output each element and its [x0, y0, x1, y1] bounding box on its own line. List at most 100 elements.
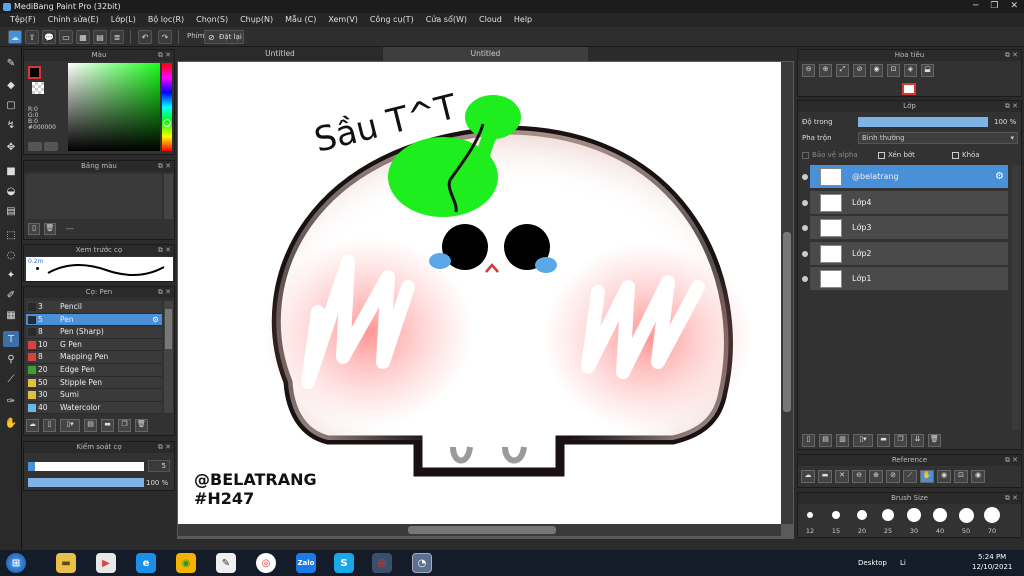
duplicate-layer-icon[interactable]: ❐: [894, 434, 907, 447]
chrome-window-icon[interactable]: ◎: [372, 553, 392, 573]
brush-size-slider[interactable]: [28, 462, 144, 471]
background-color-swatch[interactable]: [32, 82, 44, 94]
nav-fit-icon[interactable]: ⤢: [836, 64, 849, 77]
ref-hand-icon[interactable]: ✋: [920, 470, 934, 483]
gear-icon[interactable]: ⚙: [995, 165, 1004, 189]
ref-rotate-right-icon[interactable]: ◉: [971, 470, 985, 483]
layer-folder-icon[interactable]: ▬: [877, 434, 890, 447]
brush-item[interactable]: 20 Edge Pen: [26, 364, 162, 377]
brush-list-scroll-thumb[interactable]: [165, 309, 172, 349]
navigator-thumbnail[interactable]: [902, 83, 916, 95]
reset-button[interactable]: ⊘ Đặt lại: [204, 30, 244, 44]
ref-fit-icon[interactable]: ⊘: [886, 470, 900, 483]
brush-item[interactable]: 40 Watercolor: [26, 401, 162, 415]
divide-tool-icon[interactable]: ⚲: [3, 351, 19, 367]
brush-folder-icon[interactable]: ▬: [101, 419, 114, 432]
zalo-icon[interactable]: Zalo: [296, 553, 316, 573]
grid-icon[interactable]: ▦: [76, 30, 90, 44]
eraser-tool-icon[interactable]: ◆: [3, 77, 19, 93]
clipping-checkbox[interactable]: [878, 151, 885, 159]
canvas-horizontal-thumb[interactable]: [408, 526, 556, 534]
menu-help[interactable]: Help: [508, 13, 538, 27]
protect-alpha-checkbox[interactable]: [802, 151, 809, 159]
brush-item[interactable]: 30 Sumi: [26, 389, 162, 402]
menu-edit[interactable]: Chỉnh sửa(E): [42, 13, 105, 27]
cloud-icon[interactable]: ☁: [8, 30, 22, 44]
medibang-taskbar-icon[interactable]: ◔: [412, 553, 432, 573]
nav-flip-icon[interactable]: ◈: [904, 64, 917, 77]
ref-zoom-out-icon[interactable]: ⊖: [852, 470, 866, 483]
bucket-tool-icon[interactable]: ◒: [3, 183, 19, 199]
brush-opacity-slider[interactable]: [28, 478, 144, 487]
maximize-icon[interactable]: ❐: [990, 0, 998, 13]
brush-size-preset[interactable]: [958, 507, 974, 523]
brush-delete-icon[interactable]: 🗑: [135, 419, 148, 432]
brush-duplicate-icon[interactable]: ❐: [118, 419, 131, 432]
brush-item[interactable]: 10 G Pen: [26, 338, 162, 352]
tab-untitled-2[interactable]: Untitled: [383, 47, 588, 61]
coc-coc-icon[interactable]: ◉: [176, 553, 196, 573]
language-indicator[interactable]: Li: [900, 559, 906, 567]
ref-zoom-in-icon[interactable]: ⊕: [869, 470, 883, 483]
lasso-tool-icon[interactable]: ↯: [3, 117, 19, 133]
lasso-select-icon[interactable]: ◌: [3, 247, 19, 263]
nav-mirror-icon[interactable]: ⬓: [921, 64, 934, 77]
menu-view[interactable]: Xem(V): [322, 13, 364, 27]
merge-layer-icon[interactable]: ⇊: [911, 434, 924, 447]
export-icon[interactable]: ⇪: [25, 30, 39, 44]
skype-icon[interactable]: S: [334, 553, 354, 573]
ref-cloud-icon[interactable]: ☁: [801, 470, 815, 483]
brush-item[interactable]: 8 Mapping Pen: [26, 351, 162, 364]
ref-eyedropper-icon[interactable]: ⟋: [903, 470, 917, 483]
text-tool-icon[interactable]: T: [3, 331, 19, 347]
brush-size-preset[interactable]: [984, 507, 1000, 523]
fill-rect-icon[interactable]: ■: [3, 163, 19, 179]
brush-item[interactable]: 8 Pen (Sharp): [26, 326, 162, 339]
select-pen-icon[interactable]: ✐: [3, 287, 19, 303]
close-icon[interactable]: ✕: [1010, 0, 1018, 13]
ref-open-icon[interactable]: ▬: [818, 470, 832, 483]
nav-zoom-out-icon[interactable]: ⊖: [802, 64, 815, 77]
gear-icon[interactable]: ⚙: [152, 314, 159, 326]
layer-opacity-slider[interactable]: [858, 117, 988, 127]
nav-actual-icon[interactable]: ⊘: [853, 64, 866, 77]
list-icon[interactable]: ≣: [110, 30, 124, 44]
lock-checkbox[interactable]: [952, 151, 959, 159]
brush-new-icon[interactable]: ▯: [43, 419, 56, 432]
ref-reset-icon[interactable]: ⊡: [954, 470, 968, 483]
brush-item[interactable]: 3 Pencil: [26, 301, 162, 314]
canvas-vertical-thumb[interactable]: [783, 232, 791, 412]
brush-size-preset[interactable]: [907, 508, 921, 522]
magic-wand-icon[interactable]: ✦: [3, 267, 19, 283]
drawing-canvas[interactable]: Sầu T^T @BELATRANG #H247: [178, 62, 781, 524]
rectangle-select-icon[interactable]: ▢: [3, 97, 19, 113]
menu-template[interactable]: Mẫu (C): [279, 13, 322, 27]
brush-cloud-icon[interactable]: ☁: [26, 419, 39, 432]
palette-scrollbar[interactable]: [164, 174, 173, 219]
minimize-icon[interactable]: ─: [973, 0, 978, 13]
desktop-label[interactable]: Desktop: [858, 559, 887, 567]
delete-palette-icon[interactable]: 🗑: [44, 223, 56, 235]
undo-icon[interactable]: ↶: [138, 30, 152, 44]
chrome-icon[interactable]: ◎: [256, 553, 276, 573]
comment-icon[interactable]: ▭: [59, 30, 73, 44]
add-layer-menu-icon[interactable]: ▯▾: [853, 434, 873, 447]
eye-icon[interactable]: [802, 225, 808, 231]
brush-add-icon[interactable]: ▯▾: [60, 419, 80, 432]
start-button[interactable]: ⊞: [6, 553, 26, 573]
layer-row[interactable]: Lớp4: [810, 190, 1008, 215]
redo-icon[interactable]: ↷: [158, 30, 172, 44]
nav-zoom-in-icon[interactable]: ⊕: [819, 64, 832, 77]
color-mode-button[interactable]: [28, 142, 42, 151]
eyedropper-icon[interactable]: ⟋: [3, 371, 19, 387]
blend-mode-select[interactable]: Bình thường ▾: [858, 132, 1018, 144]
speech-bubble-icon[interactable]: 💬: [42, 30, 56, 44]
select-dotted-icon[interactable]: ⬚: [3, 227, 19, 243]
canvas-horizontal-scrollbar[interactable]: [178, 524, 781, 536]
new-halftone-layer-icon[interactable]: ▤: [819, 434, 832, 447]
foreground-color-swatch[interactable]: [28, 66, 41, 79]
brush-file-icon[interactable]: ▤: [84, 419, 97, 432]
menu-file[interactable]: Tệp(F): [4, 13, 42, 27]
tab-untitled-1[interactable]: Untitled: [180, 47, 380, 61]
internet-explorer-icon[interactable]: e: [136, 553, 156, 573]
